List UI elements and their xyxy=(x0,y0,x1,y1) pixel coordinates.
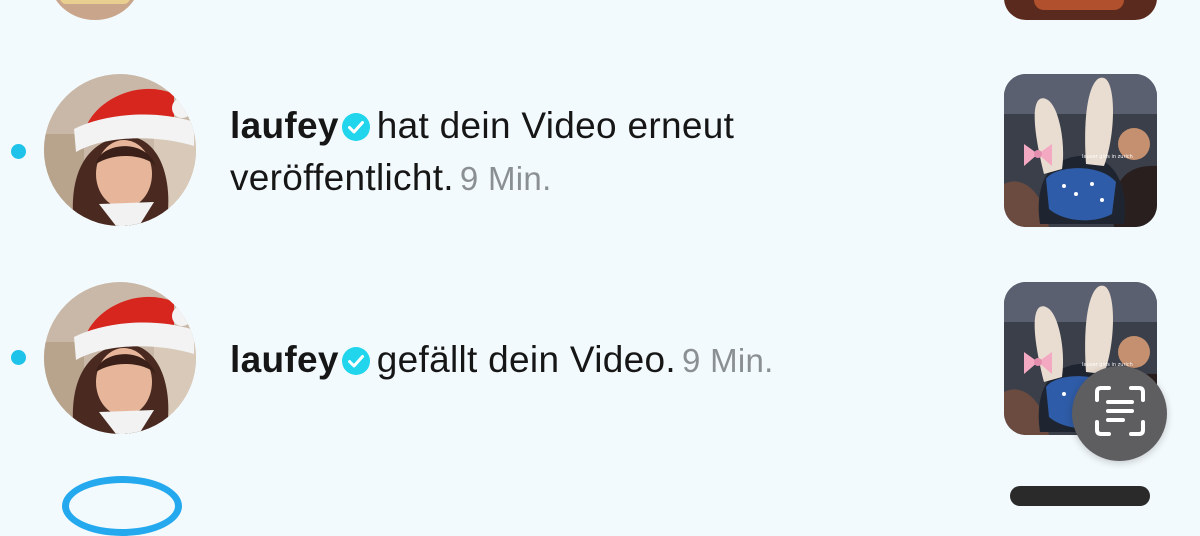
notification-action-text: hat dein Video erneut xyxy=(376,105,735,146)
notification-action-text: gefällt dein Video. xyxy=(376,339,676,380)
partial-thumbnail-bottom[interactable] xyxy=(1010,486,1150,506)
partial-avatar-top[interactable] xyxy=(50,0,140,20)
unread-dot xyxy=(11,350,26,365)
notification-item[interactable]: laufey gefällt dein Video. 9 Min. lauver g… xyxy=(0,282,1200,436)
notification-text: laufey gefällt dein Video. 9 Min. xyxy=(230,334,774,387)
user-avatar[interactable] xyxy=(44,74,196,226)
partial-thumbnail-top[interactable] xyxy=(1004,0,1157,20)
timestamp: 9 Min. xyxy=(459,160,552,197)
notification-action-text-cont: veröffentlicht. xyxy=(230,157,454,198)
notification-item[interactable]: laufey hat dein Video erneut veröffentlic… xyxy=(0,74,1200,228)
text-scan-icon xyxy=(1093,384,1147,443)
thumbnail-caption: lauver girls in zurich xyxy=(1082,154,1133,160)
username-link[interactable]: laufey xyxy=(230,105,339,146)
timestamp: 9 Min. xyxy=(681,342,774,379)
notification-text: laufey hat dein Video erneut veröffentlic… xyxy=(230,100,734,205)
verified-badge-icon xyxy=(341,338,371,375)
text-scan-button[interactable] xyxy=(1072,366,1167,461)
user-avatar[interactable] xyxy=(44,282,196,434)
video-thumbnail[interactable]: lauver girls in zurich xyxy=(1004,74,1157,227)
partial-avatar-bottom[interactable] xyxy=(62,476,182,536)
unread-dot xyxy=(11,144,26,159)
verified-badge-icon xyxy=(341,104,371,141)
username-link[interactable]: laufey xyxy=(230,339,339,380)
